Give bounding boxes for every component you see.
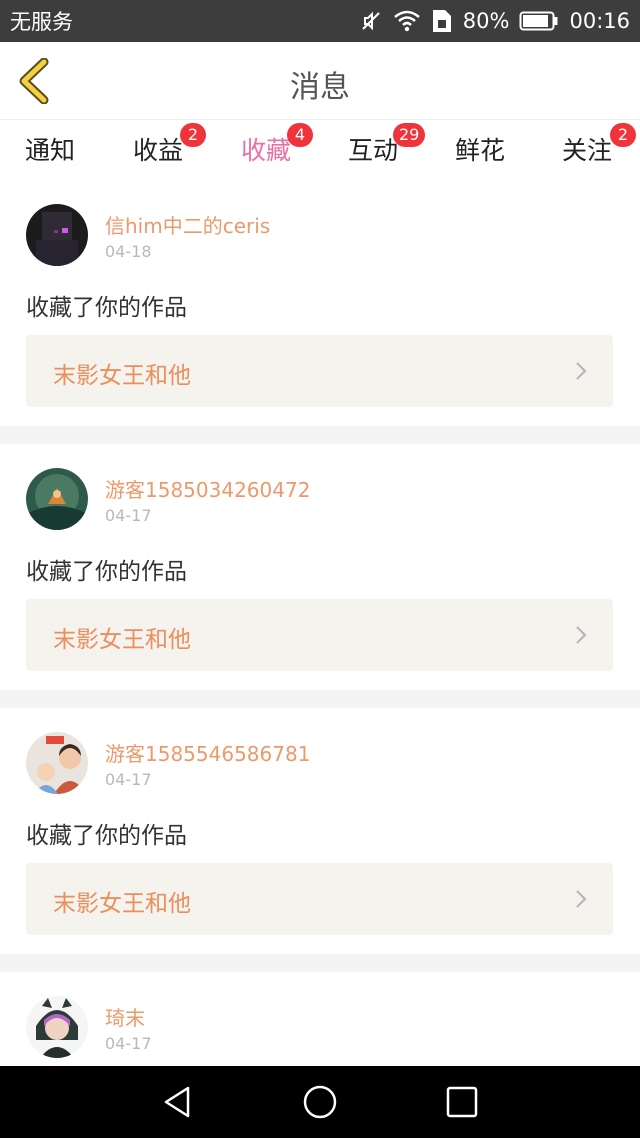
tab-label: 通知: [25, 136, 76, 165]
post-date: 04-17: [105, 1034, 152, 1053]
work-title: 末影女王和他: [53, 891, 191, 917]
tab-notifications[interactable]: 通知: [25, 131, 75, 177]
avatar[interactable]: [26, 204, 88, 266]
app-header: 消息: [0, 42, 640, 120]
tab-label: 收藏: [241, 136, 292, 165]
tab-follows[interactable]: 关注 2: [562, 123, 636, 177]
battery-percent: 80%: [462, 9, 510, 33]
unread-badge: 29: [393, 123, 426, 147]
recents-square-icon[interactable]: [444, 1084, 480, 1120]
work-title: 末影女王和他: [53, 627, 191, 653]
avatar[interactable]: [26, 996, 88, 1058]
unread-badge: 4: [287, 123, 313, 147]
back-triangle-icon[interactable]: [160, 1084, 196, 1120]
avatar[interactable]: [26, 732, 88, 794]
avatar[interactable]: [26, 468, 88, 530]
work-link[interactable]: 末影女王和他: [26, 863, 613, 935]
work-link[interactable]: 末影女王和他: [26, 599, 613, 671]
post-date: 04-17: [105, 770, 152, 789]
post-date: 04-17: [105, 506, 152, 525]
activity-text: 收藏了你的作品: [26, 823, 187, 849]
feed-item: 信him中二的ceris 04-18 收藏了你的作品 末影女王和他: [0, 180, 640, 426]
activity-text: 收藏了你的作品: [26, 559, 187, 585]
divider: [0, 426, 640, 444]
home-circle-icon[interactable]: [302, 1084, 338, 1120]
tab-flowers[interactable]: 鲜花: [455, 131, 505, 177]
tab-interactions[interactable]: 互动 29: [348, 123, 426, 177]
page-title: 消息: [290, 70, 350, 105]
username[interactable]: 游客1585034260472: [105, 474, 310, 503]
wifi-icon: [393, 10, 420, 32]
tab-favorites[interactable]: 收藏 4: [241, 123, 313, 185]
unread-badge: 2: [610, 123, 636, 147]
divider: [0, 954, 640, 972]
username[interactable]: 信him中二的ceris: [105, 210, 270, 239]
favorites-feed: 信him中二的ceris 04-18 收藏了你的作品 末影女王和他 游客1585…: [0, 180, 640, 1102]
chevron-right-icon: [576, 626, 587, 644]
status-bar: 无服务 80% 00:16: [0, 0, 640, 42]
chevron-right-icon: [576, 890, 587, 908]
tab-label: 收益: [133, 136, 184, 165]
username[interactable]: 琦末: [105, 1002, 145, 1031]
feed-item: 游客1585546586781 04-17 收藏了你的作品 末影女王和他: [0, 708, 640, 954]
post-date: 04-18: [105, 242, 152, 261]
feed-item: 游客1585034260472 04-17 收藏了你的作品 末影女王和他: [0, 444, 640, 690]
carrier-label: 无服务: [10, 10, 73, 34]
tab-label: 关注: [562, 136, 613, 165]
sim-icon: [432, 10, 451, 32]
tab-earnings[interactable]: 收益 2: [133, 123, 206, 177]
work-title: 末影女王和他: [53, 363, 191, 389]
status-time: 00:16: [569, 9, 630, 33]
tab-label: 互动: [348, 136, 399, 165]
unread-badge: 2: [180, 123, 206, 147]
chevron-right-icon: [576, 362, 587, 380]
username[interactable]: 游客1585546586781: [105, 738, 310, 767]
work-link[interactable]: 末影女王和他: [26, 335, 613, 407]
app-screen: 无服务 80% 00:16 消息 通知 收益 2 收藏 4 互动 29 鲜花 关…: [0, 0, 640, 1138]
tab-bar: 通知 收益 2 收藏 4 互动 29 鲜花 关注 2: [0, 121, 640, 185]
battery-icon: [519, 11, 558, 31]
tab-label: 鲜花: [455, 136, 506, 165]
activity-text: 收藏了你的作品: [26, 295, 187, 321]
system-nav-bar: [0, 1066, 640, 1138]
mute-icon: [362, 11, 380, 31]
divider: [0, 690, 640, 708]
status-icons: 80% 00:16: [359, 8, 630, 34]
